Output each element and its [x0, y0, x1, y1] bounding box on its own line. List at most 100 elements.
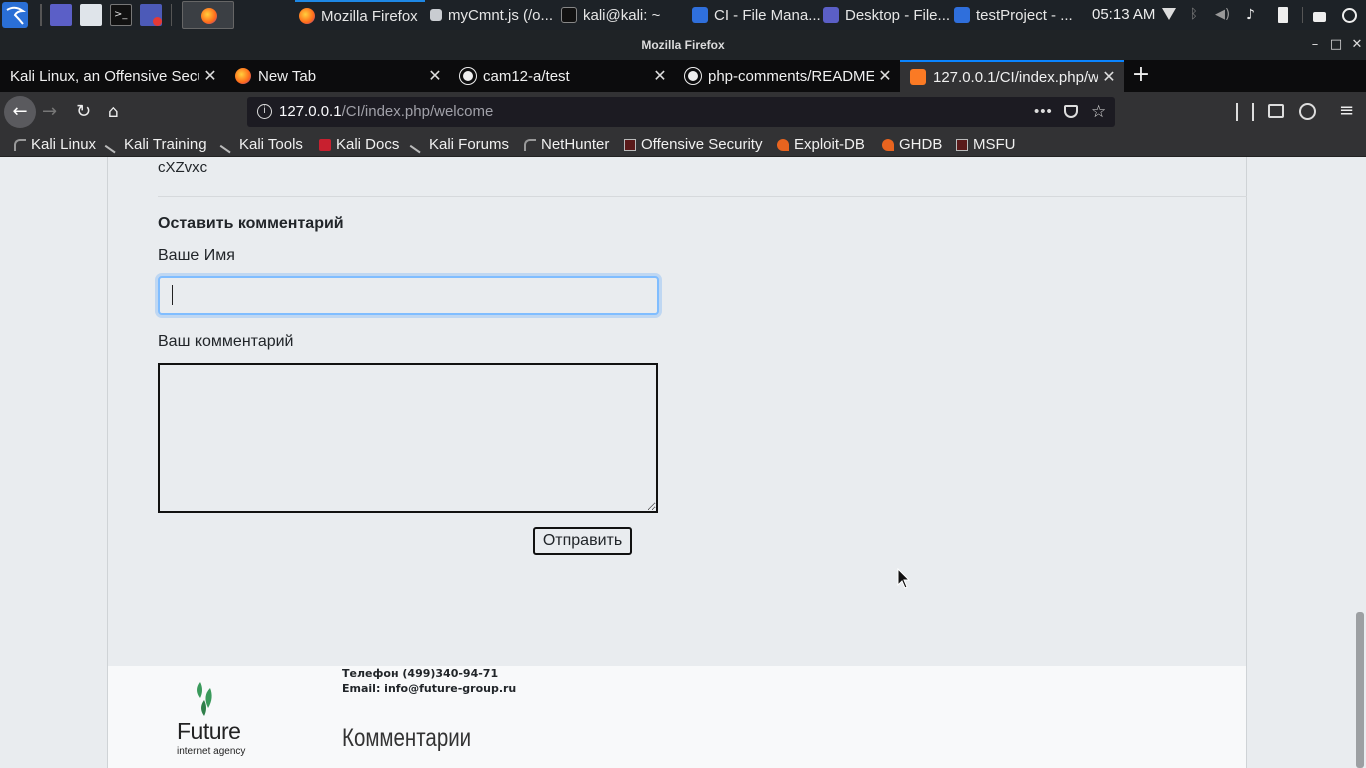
bookmark-label: Kali Forums [429, 136, 510, 153]
battery-icon[interactable] [1278, 7, 1288, 23]
bookmark-label: Kali Training [124, 136, 207, 153]
bookmark-label: Kali Docs [336, 136, 400, 153]
url-bar[interactable]: i 127.0.0.1/CI/index.php/welcome ••• ☆ [247, 97, 1115, 127]
page-actions-icon[interactable]: ••• [1034, 97, 1053, 127]
bookmark-msfu[interactable]: MSFU [956, 132, 1016, 157]
bookmark-exploit-db[interactable]: Exploit-DB [777, 132, 865, 157]
terminal-icon [561, 7, 577, 23]
bookmark-star-icon[interactable]: ☆ [1091, 97, 1106, 127]
taskbar-task-label: myCmnt.js (/o... [448, 6, 554, 24]
close-tab-icon[interactable]: ✕ [199, 66, 221, 86]
footer-email[interactable]: Email: info@future-group.ru [342, 682, 516, 695]
name-input[interactable] [158, 276, 659, 315]
github-icon [685, 68, 701, 84]
close-window-icon[interactable]: ✕ [1347, 30, 1366, 60]
taskbar-task-desktop[interactable]: Desktop - File... [823, 0, 951, 30]
firefox-launcher-icon[interactable] [182, 1, 234, 29]
maximize-icon[interactable]: □ [1326, 30, 1346, 60]
tab-localhost-ci[interactable]: 127.0.0.1/CI/index.php/w ✕ [900, 60, 1124, 92]
account-icon[interactable] [1299, 103, 1316, 120]
bookmark-kali-tools[interactable]: Kali Tools [219, 132, 303, 157]
info-icon[interactable]: i [257, 104, 272, 119]
bookmark-kali-training[interactable]: Kali Training [104, 132, 207, 157]
taskbar-task-test-project[interactable]: testProject - ... [954, 0, 1078, 30]
page-scrollbar-thumb[interactable] [1356, 612, 1364, 768]
taskbar-task-firefox[interactable]: Mozilla Firefox [295, 0, 425, 30]
new-tab-icon[interactable]: + [1128, 60, 1154, 92]
volume-icon[interactable]: ◀) [1215, 7, 1230, 23]
clock[interactable]: 05:13 AM [1092, 0, 1155, 30]
kali-tool-icon [219, 136, 237, 153]
library-icon[interactable] [1236, 103, 1254, 121]
page-container: cXZvxc Оставить комментарий Ваше Имя Ваш… [107, 157, 1247, 768]
url-path: /CI/index.php/welcome [341, 103, 494, 120]
bookmark-label: NetHunter [541, 136, 610, 153]
name-label: Ваше Имя [158, 247, 235, 264]
close-tab-icon[interactable]: ✕ [424, 66, 446, 86]
taskbar-task-terminal[interactable]: kali@kali: ~ [561, 0, 679, 30]
notifications-icon[interactable]: ♪ [1246, 7, 1260, 23]
page-viewport: cXZvxc Оставить комментарий Ваше Имя Ваш… [0, 157, 1366, 768]
tab-strip: Kali Linux, an Offensive Secu ✕ New Tab … [0, 60, 1366, 92]
tab-label: php-comments/README [708, 67, 874, 85]
close-tab-icon[interactable]: ✕ [1098, 67, 1120, 87]
taskbar-task-file-manager[interactable]: CI - File Mana... [692, 0, 820, 30]
desktop-icon [823, 7, 839, 23]
wifi-icon[interactable] [1162, 8, 1176, 20]
future-logo[interactable]: Future internet agency [168, 678, 248, 764]
tab-label: New Tab [258, 67, 317, 85]
offsec-icon [624, 138, 636, 151]
exploit-db-icon [777, 138, 789, 151]
url-text[interactable]: 127.0.0.1/CI/index.php/welcome [279, 97, 493, 127]
file-manager-icon[interactable] [80, 4, 102, 26]
form-title: Оставить комментарий [158, 215, 344, 232]
lock-icon[interactable] [1313, 12, 1326, 22]
close-tab-icon[interactable]: ✕ [874, 66, 896, 86]
pocket-icon[interactable] [1064, 105, 1078, 118]
close-tab-icon[interactable]: ✕ [649, 66, 671, 86]
power-icon[interactable] [1342, 8, 1357, 23]
kali-menu-icon[interactable] [2, 2, 28, 28]
taskbar-task-label: Mozilla Firefox [321, 7, 418, 25]
tab-new-tab[interactable]: New Tab ✕ [225, 60, 450, 92]
comment-textarea[interactable] [158, 363, 658, 513]
bookmark-nethunter[interactable]: NetHunter [524, 132, 609, 157]
reload-icon[interactable]: ↻ [76, 96, 98, 128]
future-leaf-icon [197, 682, 212, 716]
forward-button[interactable]: → [42, 96, 64, 128]
menu-icon[interactable]: ≡ [1339, 100, 1355, 122]
divider [158, 196, 1247, 197]
tab-github-readme[interactable]: php-comments/README ✕ [675, 60, 900, 92]
screen-recorder-icon[interactable] [140, 4, 162, 26]
back-button[interactable]: ← [4, 96, 36, 128]
workspace-icon[interactable] [40, 4, 42, 26]
firefox-icon [299, 8, 315, 24]
bookmark-kali-docs[interactable]: Kali Docs [319, 132, 399, 157]
taskbar-task-label: CI - File Mana... [714, 6, 820, 24]
previous-comment-text: cXZvxc [158, 159, 208, 176]
footer: Future internet agency Телефон (499)340-… [108, 666, 1246, 768]
home-icon[interactable]: ⌂ [108, 96, 130, 128]
minimize-icon[interactable]: – [1305, 30, 1325, 60]
comment-label: Ваш комментарий [158, 333, 294, 350]
sidebar-icon[interactable] [1268, 104, 1284, 118]
window-title: Mozilla Firefox [0, 30, 1366, 60]
bookmark-kali-forums[interactable]: Kali Forums [409, 132, 510, 157]
tab-github-test[interactable]: cam12-a/test ✕ [450, 60, 675, 92]
taskbar-task-label: Desktop - File... [845, 6, 951, 24]
taskbar-task-editor[interactable]: myCmnt.js (/o... [430, 0, 558, 30]
bookmark-offensive-security[interactable]: Offensive Security [624, 132, 762, 157]
bluetooth-icon[interactable]: ᛒ [1190, 7, 1204, 23]
bookmark-ghdb[interactable]: GHDB [882, 132, 942, 157]
tab-label: Kali Linux, an Offensive Secu [10, 67, 199, 85]
tab-label: 127.0.0.1/CI/index.php/w [933, 68, 1098, 86]
url-host: 127.0.0.1 [279, 103, 342, 120]
terminal-icon[interactable]: >_ [110, 4, 132, 26]
tab-kali-linux[interactable]: Kali Linux, an Offensive Secu ✕ [0, 60, 225, 92]
xampp-icon [910, 69, 926, 85]
bookmark-kali-linux[interactable]: Kali Linux [14, 132, 96, 157]
submit-button[interactable]: Отправить [533, 527, 632, 555]
show-desktop-icon[interactable] [50, 4, 72, 26]
bookmarks-toolbar: Kali Linux Kali Training Kali Tools Kali… [0, 132, 1366, 157]
text-cursor [172, 285, 173, 305]
